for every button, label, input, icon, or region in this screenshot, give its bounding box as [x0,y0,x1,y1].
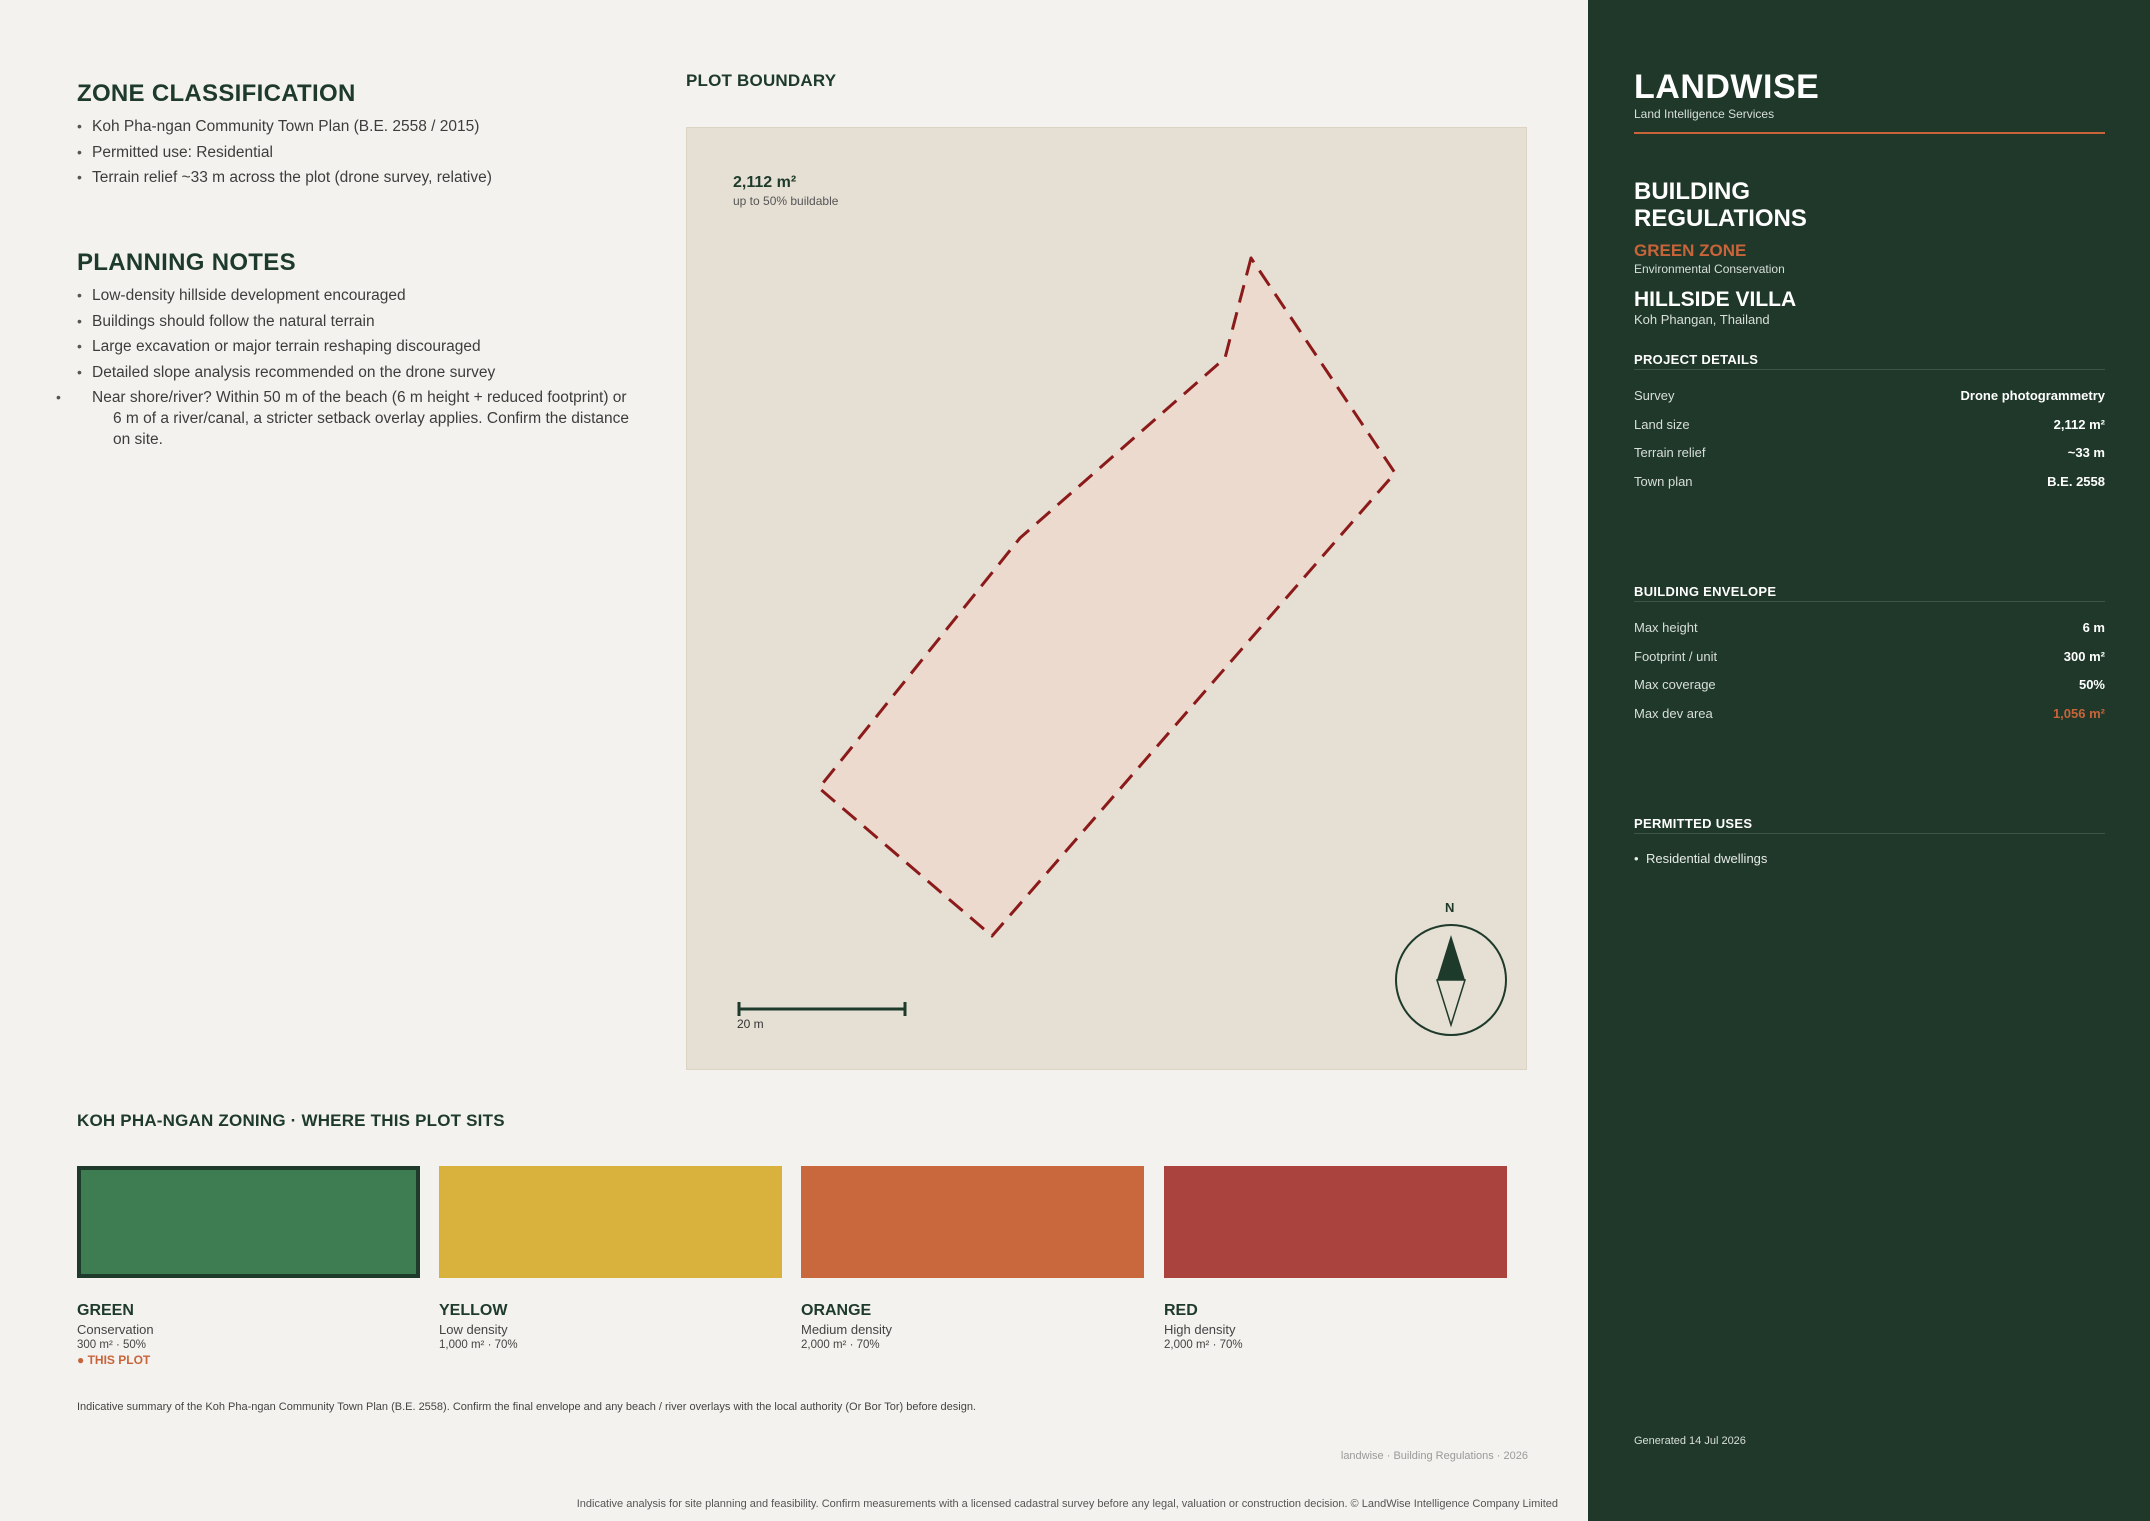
table-row: Max coverage 50% [1634,670,2105,699]
building-envelope-heading: BUILDING ENVELOPE [1634,584,2105,602]
zone-name: GREEN [77,1302,134,1319]
brand-tagline: Land Intelligence Services [1634,107,1775,121]
zone-spec: 2,000 m² · 70% [801,1339,880,1351]
zone-card-orange: ORANGE Medium density 2,000 m² · 70% [801,1166,1144,1351]
row-value: Drone photogrammetry [1960,387,2105,403]
zone-subtitle: Environmental Conservation [1634,262,1785,276]
plot-boundary-heading: PLOT BOUNDARY [686,71,837,90]
this-plot-tag: ● THIS PLOT [77,1353,151,1367]
zone-spec: 300 m² · 50% [77,1339,147,1351]
zone-swatch-yellow [439,1166,782,1278]
zone-swatch-orange [801,1166,1144,1278]
project-details-heading: PROJECT DETAILS [1634,352,2105,370]
brand-logo: LANDWISE [1634,68,1820,106]
table-row: Max height 6 m [1634,613,2105,642]
row-key: Max coverage [1634,677,1716,693]
scale-bar [737,1002,907,1016]
list-item: Near shore/river? Within 50 m of the bea… [77,387,637,450]
list-item: Koh Pha-ngan Community Town Plan (B.E. 2… [77,116,492,137]
plot-area-subtitle: up to 50% buildable [733,194,839,208]
zone-description: Medium density [801,1322,893,1337]
zone-spec: 1,000 m² · 70% [439,1339,518,1351]
generated-date: Generated 14 Jul 2026 [1634,1435,1746,1447]
divider [1634,132,2105,134]
page-title: BUILDING REGULATIONS [1634,178,1807,232]
planning-notes-title: PLANNING NOTES [77,249,296,276]
zone-spec: 2,000 m² · 70% [1164,1339,1243,1351]
row-key: Town plan [1634,473,1693,489]
list-item: Detailed slope analysis recommended on t… [77,362,637,383]
list-item: Buildings should follow the natural terr… [77,311,637,332]
project-location: Koh Phangan, Thailand [1634,312,1770,327]
building-envelope-table: Max height 6 m Footprint / unit 300 m² Max… [1634,613,2105,728]
table-row: Max dev area 1,056 m² [1634,699,2105,728]
row-key: Survey [1634,387,1675,403]
list-item: Large excavation or major terrain reshap… [77,336,637,357]
zone-card-green: GREEN Conservation 300 m² · 50% ● THIS P… [77,1166,420,1367]
table-row: Town plan B.E. 2558 [1634,467,2105,496]
table-row: Terrain relief ~33 m [1634,438,2105,467]
zone-swatch-red [1164,1166,1507,1278]
scale-label: 20 m [737,1017,764,1031]
table-row: Survey Drone photogrammetry [1634,381,2105,410]
page-title-line: REGULATIONS [1634,205,1807,232]
row-key: Terrain relief [1634,445,1706,461]
zone-description: High density [1164,1322,1236,1337]
project-name: HILLSIDE VILLA [1634,288,1797,311]
list-item: Permitted use: Residential [77,142,492,163]
row-key: Footprint / unit [1634,648,1718,664]
project-details-table: Survey Drone photogrammetry Land size 2,11… [1634,381,2105,496]
zone-name: ORANGE [801,1302,872,1319]
footer-mark: landwise · Building Regulations · 2026 [1340,1450,1528,1462]
row-value: 1,056 m² [2052,705,2105,721]
sidebar: LANDWISE Land Intelligence Services BUIL… [1588,0,2150,1521]
zone-card-red: RED High density 2,000 m² · 70% [1164,1166,1507,1351]
row-key: Max height [1634,619,1698,635]
zone-description: Low density [439,1322,508,1337]
page-title-line: BUILDING [1634,178,1750,205]
disclaimer: Indicative summary of the Koh Pha-ngan C… [77,1401,976,1413]
zone-classification-list: Koh Pha-ngan Community Town Plan (B.E. 2… [77,116,492,193]
row-value: 50% [2078,677,2105,693]
permitted-uses-list: Residential dwellings [1634,851,1767,866]
zoning-heading: KOH PHA-NGAN ZONING · WHERE THIS PLOT SI… [77,1111,505,1130]
zone-description: Conservation [77,1322,154,1337]
zone-swatch-green [77,1166,420,1278]
legal-notice: Indicative analysis for site planning an… [576,1498,1558,1510]
row-key: Max dev area [1634,705,1713,721]
plot-map-graphic [737,256,1507,1036]
row-value: 6 m [2082,619,2105,635]
list-item: Low-density hillside development encoura… [77,285,637,306]
north-label: N [1445,900,1455,915]
compass-icon [1395,924,1507,1036]
plot-boundary-polygon [817,256,1397,938]
row-key: Land size [1634,416,1690,432]
row-value: B.E. 2558 [2047,473,2105,489]
plot-map: 2,112 m² up to 50% buildable N 20 m [686,127,1527,1070]
row-value: ~33 m [2067,445,2105,461]
zone-label: GREEN ZONE [1634,241,1747,260]
table-row: Land size 2,112 m² [1634,410,2105,439]
zone-name: YELLOW [439,1302,508,1319]
zone-card-yellow: YELLOW Low density 1,000 m² · 70% [439,1166,782,1351]
planning-notes-list: Low-density hillside development encoura… [77,285,637,455]
row-value: 2,112 m² [2053,416,2105,432]
zone-classification-title: ZONE CLASSIFICATION [77,80,356,107]
permitted-uses-heading: PERMITTED USES [1634,816,2105,834]
list-item: Terrain relief ~33 m across the plot (dr… [77,167,492,188]
row-value: 300 m² [2063,648,2105,664]
plot-area: 2,112 m² [733,174,797,191]
list-item: Residential dwellings [1634,851,1767,866]
zone-name: RED [1164,1302,1198,1319]
table-row: Footprint / unit 300 m² [1634,642,2105,671]
